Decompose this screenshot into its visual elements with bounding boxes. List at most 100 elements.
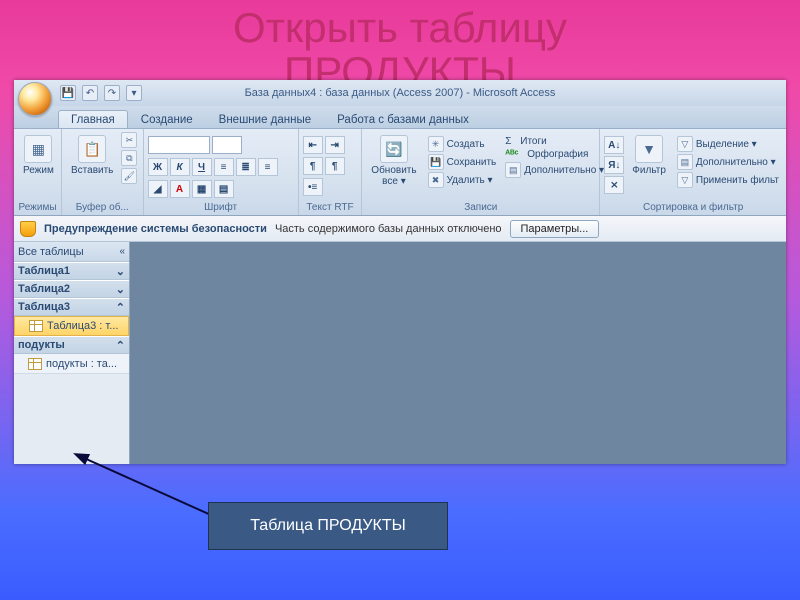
save-icon: 💾 <box>428 154 444 170</box>
nav-item-products[interactable]: подукты : та... <box>14 354 129 374</box>
gridlines-button[interactable]: ▦ <box>192 180 212 198</box>
group-sortfilter-label: Сортировка и фильтр <box>604 201 782 215</box>
security-message: Часть содержимого базы данных отключено <box>275 223 502 235</box>
security-options-button[interactable]: Параметры... <box>510 220 600 238</box>
titlebar: 💾 ↶ ↷ ▾ База данных4 : база данных (Acce… <box>14 80 786 106</box>
filter-label: Фильтр <box>632 165 666 176</box>
nav-header-label: Все таблицы <box>18 246 84 258</box>
qat-undo[interactable]: ↶ <box>82 85 98 101</box>
delete-record-button[interactable]: ✖Удалить ▾ <box>425 172 500 188</box>
underline-button[interactable]: Ч <box>192 158 212 176</box>
font-size-box[interactable] <box>212 136 242 154</box>
nav-group-table1[interactable]: Таблица1⌄ <box>14 262 129 280</box>
cut-icon[interactable]: ✂ <box>121 132 137 148</box>
bullet-button[interactable]: •≡ <box>303 178 323 196</box>
group-records: 🔄 Обновить все ▾ ✳Создать 💾Сохранить ✖Уд… <box>362 129 600 215</box>
work-area: Все таблицы « Таблица1⌄ Таблица2⌄ Таблиц… <box>14 242 786 464</box>
ltr-button[interactable]: ¶ <box>303 157 323 175</box>
alt-row-button[interactable]: ▤ <box>214 180 234 198</box>
align-center-button[interactable]: ≣ <box>236 158 256 176</box>
font-name-box[interactable] <box>148 136 210 154</box>
view-icon: ▦ <box>24 135 52 163</box>
paste-button[interactable]: 📋 Вставить <box>66 132 118 179</box>
delete-icon: ✖ <box>428 172 444 188</box>
qat-more[interactable]: ▾ <box>126 85 142 101</box>
group-views: ▦ Режим Режимы <box>14 129 62 215</box>
group-clipboard: 📋 Вставить ✂ ⧉ 🖌 Буфер об... <box>62 129 144 215</box>
italic-button[interactable]: К <box>170 158 190 176</box>
toggle-filter-button[interactable]: ▽Применить фильт <box>674 172 782 188</box>
nav-group-table3[interactable]: Таблица3⌃ <box>14 298 129 316</box>
group-records-label: Записи <box>366 201 595 215</box>
slide-title-line1: Открыть таблицу <box>233 4 567 51</box>
nav-group-products[interactable]: подукты⌃ <box>14 336 129 354</box>
font-color-button[interactable]: A <box>170 180 190 198</box>
shield-icon <box>20 221 36 237</box>
new-record-button[interactable]: ✳Создать <box>425 136 500 152</box>
tab-home[interactable]: Главная <box>58 110 128 128</box>
new-icon: ✳ <box>428 136 444 152</box>
align-left-button[interactable]: ≡ <box>214 158 234 176</box>
increase-indent-button[interactable]: ⇥ <box>325 136 345 154</box>
nav-collapse-icon[interactable]: « <box>119 246 125 257</box>
sort-desc-button[interactable]: Я↓ <box>604 156 624 174</box>
view-button[interactable]: ▦ Режим <box>18 132 59 179</box>
group-richtext: ⇤ ⇥ ¶ ¶ •≡ Текст RTF <box>299 129 363 215</box>
qat-redo[interactable]: ↷ <box>104 85 120 101</box>
advanced-filter-button[interactable]: ▤Дополнительно ▾ <box>674 154 782 170</box>
chevron-up-icon: ⌃ <box>116 339 125 352</box>
align-right-button[interactable]: ≡ <box>258 158 278 176</box>
group-clipboard-label: Буфер об... <box>66 201 139 215</box>
spelling-button[interactable]: ᴬᴮᶜ Орфография <box>502 149 607 160</box>
group-font-label: Шрифт <box>148 201 294 215</box>
refresh-label: Обновить все ▾ <box>371 165 416 187</box>
bold-button[interactable]: Ж <box>148 158 168 176</box>
tab-create[interactable]: Создание <box>128 110 206 128</box>
selection-button[interactable]: ▽Выделение ▾ <box>674 136 782 152</box>
copy-icon[interactable]: ⧉ <box>121 150 137 166</box>
save-record-button[interactable]: 💾Сохранить <box>425 154 500 170</box>
totals-button[interactable]: Σ Итоги <box>502 136 607 147</box>
security-title: Предупреждение системы безопасности <box>44 223 267 235</box>
font-row2: Ж К Ч ≡ ≣ ≡ <box>148 158 278 176</box>
format-painter-icon[interactable]: 🖌 <box>121 168 137 184</box>
callout-label: Таблица ПРОДУКТЫ <box>250 517 406 535</box>
paste-icon: 📋 <box>78 135 106 163</box>
font-row1 <box>148 136 242 154</box>
records-col2: Σ Итоги ᴬᴮᶜ Орфография ▤Дополнительно ▾ <box>502 132 607 178</box>
toggle-icon: ▽ <box>677 172 693 188</box>
clipboard-mini: ✂ ⧉ 🖌 <box>121 132 137 184</box>
clear-sort-button[interactable]: ⨯ <box>604 176 624 194</box>
chevron-down-icon: ⌄ <box>116 283 125 296</box>
security-bar: Предупреждение системы безопасности Част… <box>14 216 786 242</box>
group-richtext-label: Текст RTF <box>303 201 358 215</box>
office-button[interactable] <box>18 82 52 116</box>
sort-col: А↓ Я↓ ⨯ <box>604 132 624 194</box>
qat-save[interactable]: 💾 <box>60 85 76 101</box>
nav-pane-header[interactable]: Все таблицы « <box>14 242 129 262</box>
navigation-pane: Все таблицы « Таблица1⌄ Таблица2⌄ Таблиц… <box>14 242 130 464</box>
refresh-icon: 🔄 <box>380 135 408 163</box>
chevron-up-icon: ⌃ <box>116 301 125 314</box>
sigma-icon: Σ <box>505 136 511 147</box>
document-area <box>130 242 786 464</box>
decrease-indent-button[interactable]: ⇤ <box>303 136 323 154</box>
group-sortfilter: А↓ Я↓ ⨯ ▼ Фильтр ▽Выделение ▾ ▤Дополните… <box>600 129 786 215</box>
rtl-button[interactable]: ¶ <box>325 157 345 175</box>
filter-icon: ▼ <box>635 135 663 163</box>
tab-external[interactable]: Внешние данные <box>206 110 324 128</box>
access-window: 💾 ↶ ↷ ▾ База данных4 : база данных (Acce… <box>14 80 786 464</box>
more-records-button[interactable]: ▤Дополнительно ▾ <box>502 162 607 178</box>
fill-color-button[interactable]: ◢ <box>148 180 168 198</box>
more-icon: ▤ <box>505 162 521 178</box>
view-label: Режим <box>23 165 54 176</box>
nav-group-table2[interactable]: Таблица2⌄ <box>14 280 129 298</box>
group-views-label: Режимы <box>18 201 57 215</box>
refresh-all-button[interactable]: 🔄 Обновить все ▾ <box>366 132 421 190</box>
filter-button[interactable]: ▼ Фильтр <box>627 132 671 179</box>
nav-item-table3[interactable]: Таблица3 : т... <box>14 316 129 336</box>
tab-dbtools[interactable]: Работа с базами данных <box>324 110 482 128</box>
sort-asc-button[interactable]: А↓ <box>604 136 624 154</box>
table-icon <box>28 358 42 370</box>
ribbon: ▦ Режим Режимы 📋 Вставить ✂ ⧉ 🖌 Буфер об… <box>14 128 786 216</box>
